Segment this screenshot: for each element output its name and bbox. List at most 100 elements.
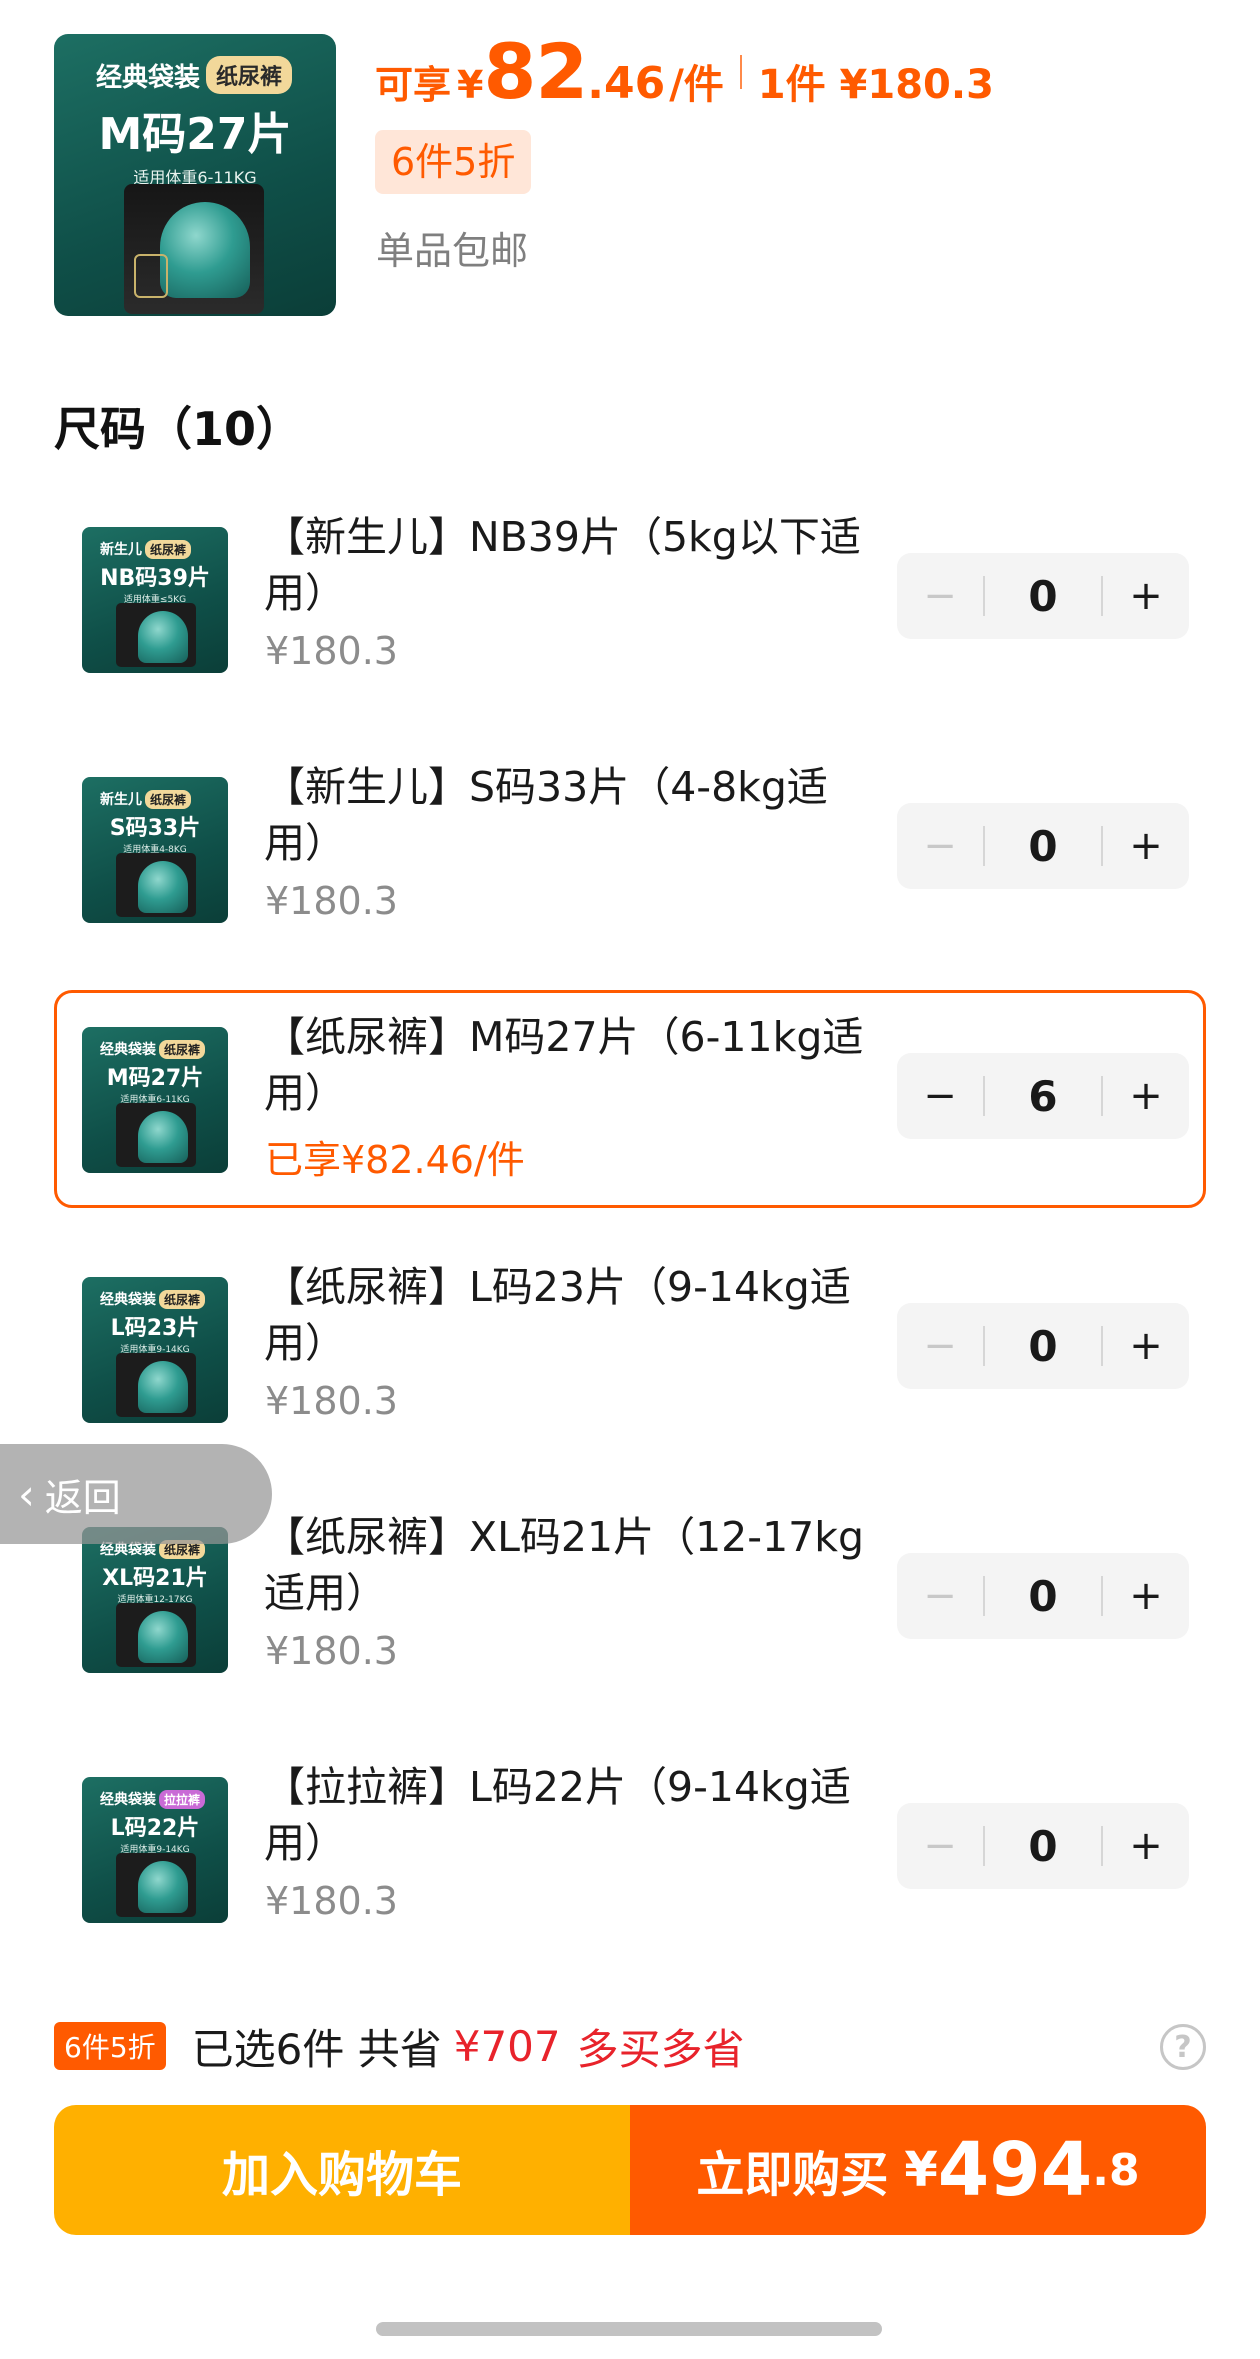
quantity-stepper: − 0 + bbox=[897, 1553, 1189, 1639]
thumb-tag: 纸尿裤 bbox=[159, 1039, 206, 1059]
buy-now-total-integer: 494 bbox=[937, 2127, 1093, 2213]
selection-summary: 6件5折 已选6件 共省 ¥707 多买多省 ? bbox=[54, 2016, 1206, 2076]
summary-more-savings: 多买多省 bbox=[576, 2024, 745, 2074]
thumb-tag: 纸尿裤 bbox=[159, 1289, 206, 1309]
size-option-name: 【新生儿】S码33片（4-8kg适用） bbox=[264, 763, 828, 867]
thumb-size-label: M码27片 bbox=[98, 109, 292, 160]
decrement-button[interactable]: − bbox=[897, 803, 983, 889]
price-divider bbox=[739, 55, 742, 89]
summary-promo-badge: 6件5折 bbox=[54, 2022, 166, 2070]
size-option-image: 经典袋装 纸尿裤 L码23片 适用体重9-14KG bbox=[82, 1277, 228, 1423]
quantity-stepper: − 0 + bbox=[897, 1803, 1189, 1889]
quantity-stepper: − 6 + bbox=[897, 1053, 1189, 1139]
promo-badge: 6件5折 bbox=[375, 130, 532, 194]
price-decimal: .46 bbox=[587, 58, 666, 109]
quantity-value[interactable]: 0 bbox=[985, 1322, 1101, 1371]
decrement-button[interactable]: − bbox=[897, 1053, 983, 1139]
thumb-size-label: NB码39片 bbox=[100, 566, 210, 591]
size-option-name: 【纸尿裤】M码27片（6-11kg适用） bbox=[264, 1013, 864, 1117]
home-indicator[interactable] bbox=[376, 2322, 882, 2336]
size-option-image: 经典袋装 纸尿裤 M码27片 适用体重6-11KG bbox=[82, 1027, 228, 1173]
quantity-value[interactable]: 6 bbox=[985, 1072, 1101, 1121]
add-to-cart-button[interactable]: 加入购物车 bbox=[54, 2105, 630, 2235]
back-button[interactable]: ‹ 返回 bbox=[0, 1444, 272, 1544]
increment-button[interactable]: + bbox=[1103, 553, 1189, 639]
thumb-tag: 纸尿裤 bbox=[145, 789, 192, 809]
buy-now-total-decimal: .8 bbox=[1092, 2144, 1140, 2196]
size-option-image: 新生儿 纸尿裤 S码33片 适用体重4-8KG bbox=[82, 777, 228, 923]
summary-text: 已选6件 共省 bbox=[191, 2024, 442, 2074]
buy-now-button[interactable]: 立即购买 ¥ 494 .8 bbox=[630, 2105, 1206, 2235]
quantity-value[interactable]: 0 bbox=[985, 822, 1101, 871]
price-unit: /件 bbox=[669, 62, 724, 108]
size-option-name: 【纸尿裤】L码23片（9-14kg适用） bbox=[264, 1263, 851, 1367]
size-section-title: 尺码（10） bbox=[54, 402, 303, 456]
diaper-pack-image bbox=[116, 1603, 196, 1667]
size-option-row[interactable]: 经典袋装 拉拉裤 L码22片 适用体重9-14KG 【拉拉裤】L码22片（9-1… bbox=[54, 1740, 1206, 1958]
quantity-stepper: − 0 + bbox=[897, 803, 1189, 889]
size-option-row[interactable]: 新生儿 纸尿裤 NB码39片 适用体重≤5KG 【新生儿】NB39片（5kg以下… bbox=[54, 490, 1206, 708]
diaper-pack-image bbox=[116, 1853, 196, 1917]
increment-button[interactable]: + bbox=[1103, 1303, 1189, 1389]
diaper-pack-image bbox=[116, 603, 196, 667]
thumb-size-label: M码27片 bbox=[106, 1066, 204, 1091]
size-option-price: ¥180.3 bbox=[265, 1879, 398, 1923]
thumb-line1: 经典袋装 bbox=[96, 62, 201, 93]
thumb-tag: 拉拉裤 bbox=[159, 1789, 206, 1809]
thumb-size-label: L码23片 bbox=[110, 1316, 200, 1341]
size-option-price: ¥180.3 bbox=[265, 1629, 398, 1673]
size-option-image: 新生儿 纸尿裤 NB码39片 适用体重≤5KG bbox=[82, 527, 228, 673]
size-option-row[interactable]: 新生儿 纸尿裤 S码33片 适用体重4-8KG 【新生儿】S码33片（4-8kg… bbox=[54, 740, 1206, 958]
help-icon[interactable]: ? bbox=[1160, 2024, 1206, 2070]
thumb-size-label: S码33片 bbox=[109, 816, 201, 841]
thumb-size-label: XL码21片 bbox=[102, 1566, 208, 1591]
thumb-line1: 经典袋装 bbox=[100, 1792, 156, 1808]
quantity-value[interactable]: 0 bbox=[985, 1572, 1101, 1621]
price-label: 可享 bbox=[375, 63, 452, 107]
size-option-discount-price: 已享¥82.46/件 bbox=[265, 1138, 525, 1182]
buy-now-label: 立即购买 bbox=[696, 2147, 889, 2203]
size-option-name: 【新生儿】NB39片（5kg以下适用） bbox=[264, 513, 861, 617]
product-main-image[interactable]: 经典袋装 纸尿裤 M码27片 适用体重6-11KG bbox=[54, 34, 336, 316]
increment-button[interactable]: + bbox=[1103, 1803, 1189, 1889]
action-bar: 加入购物车 立即购买 ¥ 494 .8 bbox=[54, 2105, 1206, 2235]
size-option-name: 【纸尿裤】XL码21片（12-17kg适用） bbox=[264, 1513, 865, 1617]
decrement-button[interactable]: − bbox=[897, 1303, 983, 1389]
thumb-size-label: L码22片 bbox=[110, 1816, 200, 1841]
summary-saved-amount: ¥707 bbox=[453, 2021, 561, 2071]
decrement-button[interactable]: − bbox=[897, 1803, 983, 1889]
single-price: 1件 ¥180.3 bbox=[757, 62, 994, 108]
thumb-tag: 纸尿裤 bbox=[145, 539, 192, 559]
decrement-button[interactable]: − bbox=[897, 553, 983, 639]
price-integer: 82 bbox=[483, 27, 588, 116]
quantity-value[interactable]: 0 bbox=[985, 572, 1101, 621]
size-option-price: ¥180.3 bbox=[265, 1379, 398, 1423]
thumb-line1: 经典袋装 bbox=[100, 1292, 156, 1308]
increment-button[interactable]: + bbox=[1103, 1553, 1189, 1639]
size-option-row-selected[interactable]: 经典袋装 纸尿裤 M码27片 适用体重6-11KG 【纸尿裤】M码27片（6-1… bbox=[54, 990, 1206, 1208]
shipping-note: 单品包邮 bbox=[376, 229, 529, 273]
diaper-pack-image bbox=[116, 853, 196, 917]
price-currency: ¥ bbox=[457, 63, 484, 107]
thumb-tag: 纸尿裤 bbox=[206, 56, 293, 94]
quantity-stepper: − 0 + bbox=[897, 1303, 1189, 1389]
size-option-price: ¥180.3 bbox=[265, 629, 398, 673]
size-option-row[interactable]: 经典袋装 纸尿裤 L码23片 适用体重9-14KG 【纸尿裤】L码23片（9-1… bbox=[54, 1240, 1206, 1458]
quantity-value[interactable]: 0 bbox=[985, 1822, 1101, 1871]
quantity-stepper: − 0 + bbox=[897, 553, 1189, 639]
increment-button[interactable]: + bbox=[1103, 1053, 1189, 1139]
increment-button[interactable]: + bbox=[1103, 803, 1189, 889]
back-label: 返回 bbox=[44, 1475, 121, 1520]
diaper-pack-image bbox=[116, 1353, 196, 1417]
thumb-line1: 经典袋装 bbox=[100, 1042, 156, 1058]
buy-now-currency: ¥ bbox=[904, 2142, 938, 2198]
decrement-button[interactable]: − bbox=[897, 1553, 983, 1639]
price-line: 可享 ¥ 82 .46 /件 1件 ¥180.3 bbox=[375, 34, 994, 110]
chevron-left-icon: ‹ bbox=[18, 1469, 35, 1519]
size-option-price: ¥180.3 bbox=[265, 879, 398, 923]
product-header: 经典袋装 纸尿裤 M码27片 适用体重6-11KG 可享 ¥ 82 .46 /件… bbox=[54, 34, 1214, 324]
thumb-line1: 新生儿 bbox=[100, 792, 142, 808]
size-option-list: 新生儿 纸尿裤 NB码39片 适用体重≤5KG 【新生儿】NB39片（5kg以下… bbox=[54, 490, 1206, 1990]
diaper-pack-image bbox=[124, 184, 264, 314]
size-option-name: 【拉拉裤】L码22片（9-14kg适用） bbox=[264, 1763, 851, 1867]
